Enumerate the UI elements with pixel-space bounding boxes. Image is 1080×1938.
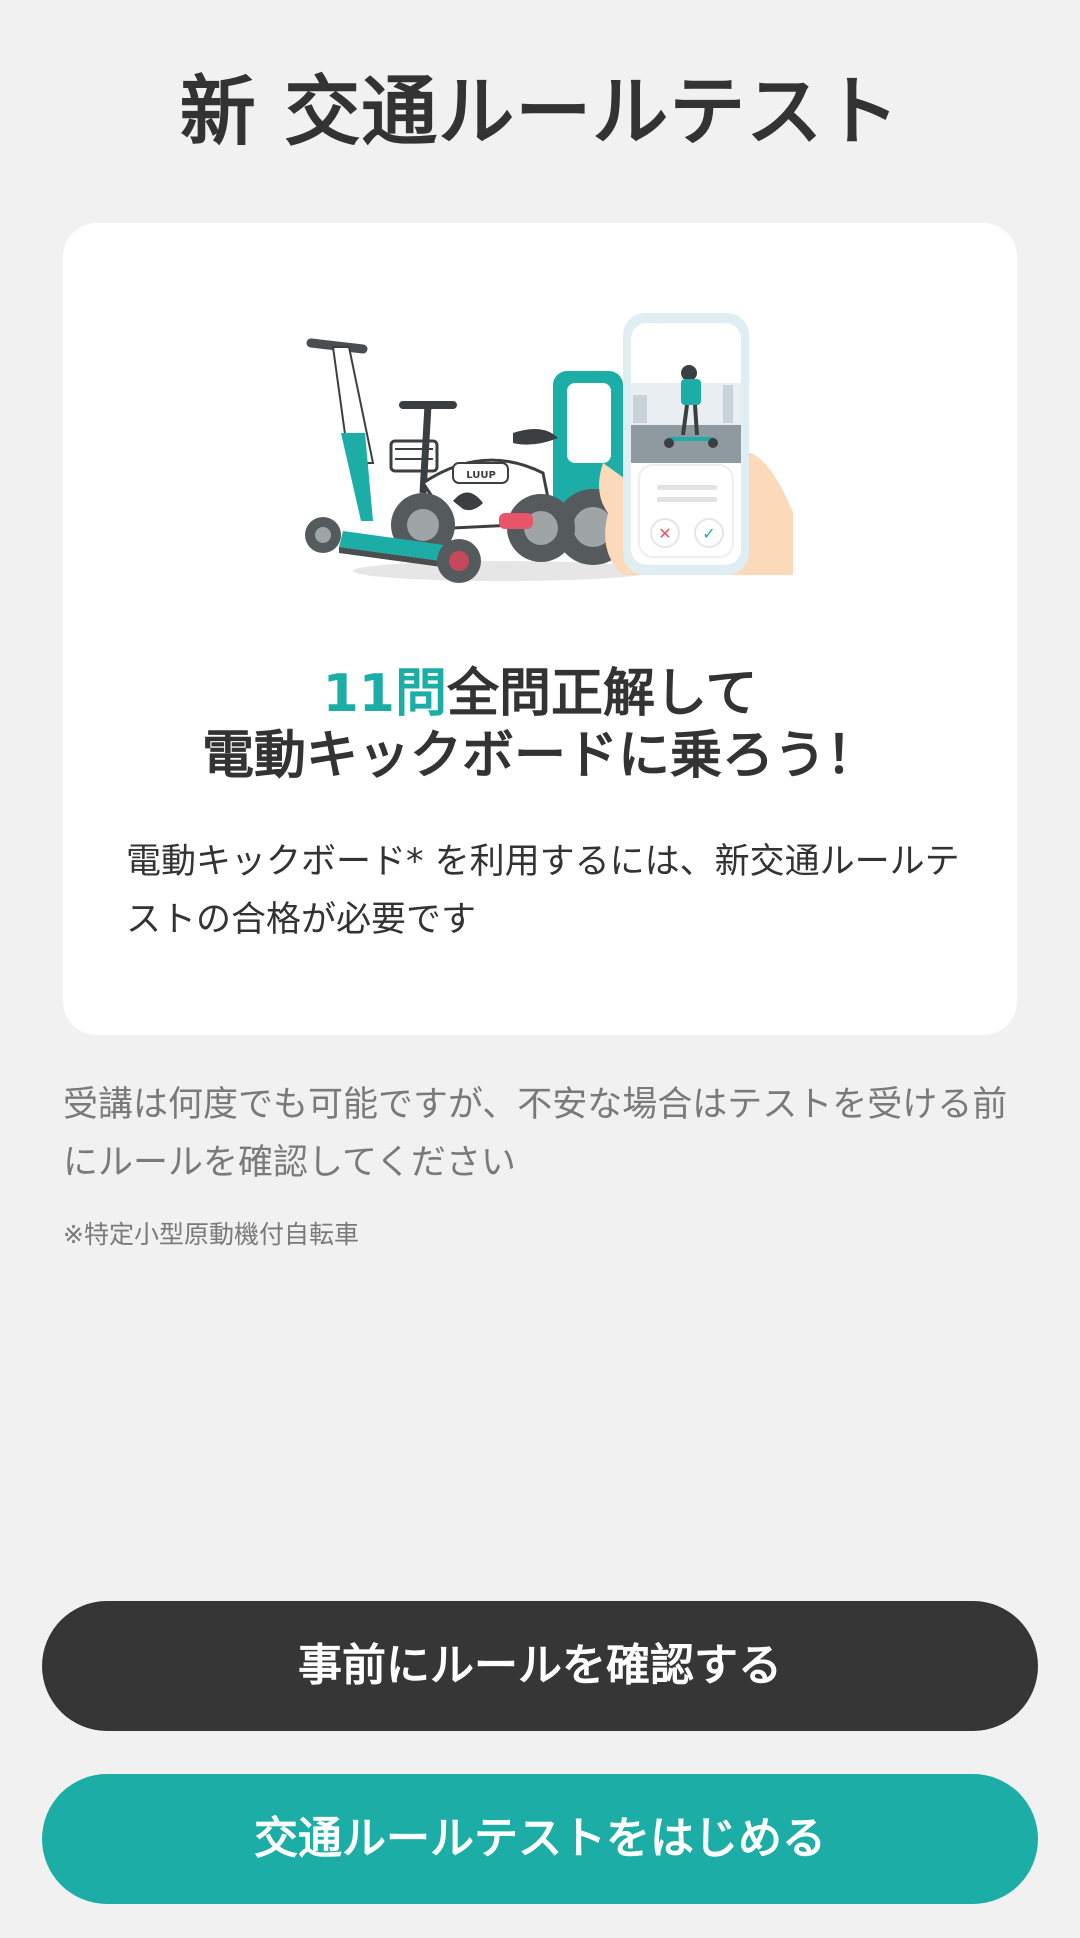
headline-question-count: 11問: [322, 664, 447, 724]
headline-line-1: 11問全問正解して: [63, 663, 1017, 725]
footnote: ※特定小型原動機付自転車: [63, 1220, 359, 1249]
intro-card: LUUP ✕ ✓ 11問全問正解して 電動キックボードに乗ろう！ 電動キックボー…: [63, 223, 1017, 1035]
brand-label: LUUP: [466, 470, 496, 481]
card-description: 電動キックボード* を利用するには、新交通ルールテストの合格が必要です: [126, 842, 960, 940]
scooter-icon: [305, 338, 481, 583]
headline-line-2: 電動キックボードに乗ろう！: [201, 726, 878, 786]
page-title: 新 交通ルールテスト: [179, 67, 901, 156]
phone-in-hand-icon: ✕ ✓: [599, 313, 793, 575]
start-test-button[interactable]: 交通ルールテストをはじめる: [42, 1774, 1038, 1904]
check-icon: ✓: [702, 524, 715, 543]
illustration: LUUP ✕ ✓: [305, 313, 793, 583]
cross-icon: ✕: [658, 524, 671, 543]
headline-rest: 全問正解して: [446, 664, 758, 724]
confirm-rules-button[interactable]: 事前にルールを確認する: [42, 1601, 1038, 1731]
card-headline: 11問全問正解して 電動キックボードに乗ろう！: [63, 663, 1017, 787]
retake-note: 受講は何度でも可能ですが、不安な場合はテストを受ける前にルールを確認してください: [63, 1085, 1008, 1183]
bicycle-icon: LUUP: [389, 401, 575, 562]
